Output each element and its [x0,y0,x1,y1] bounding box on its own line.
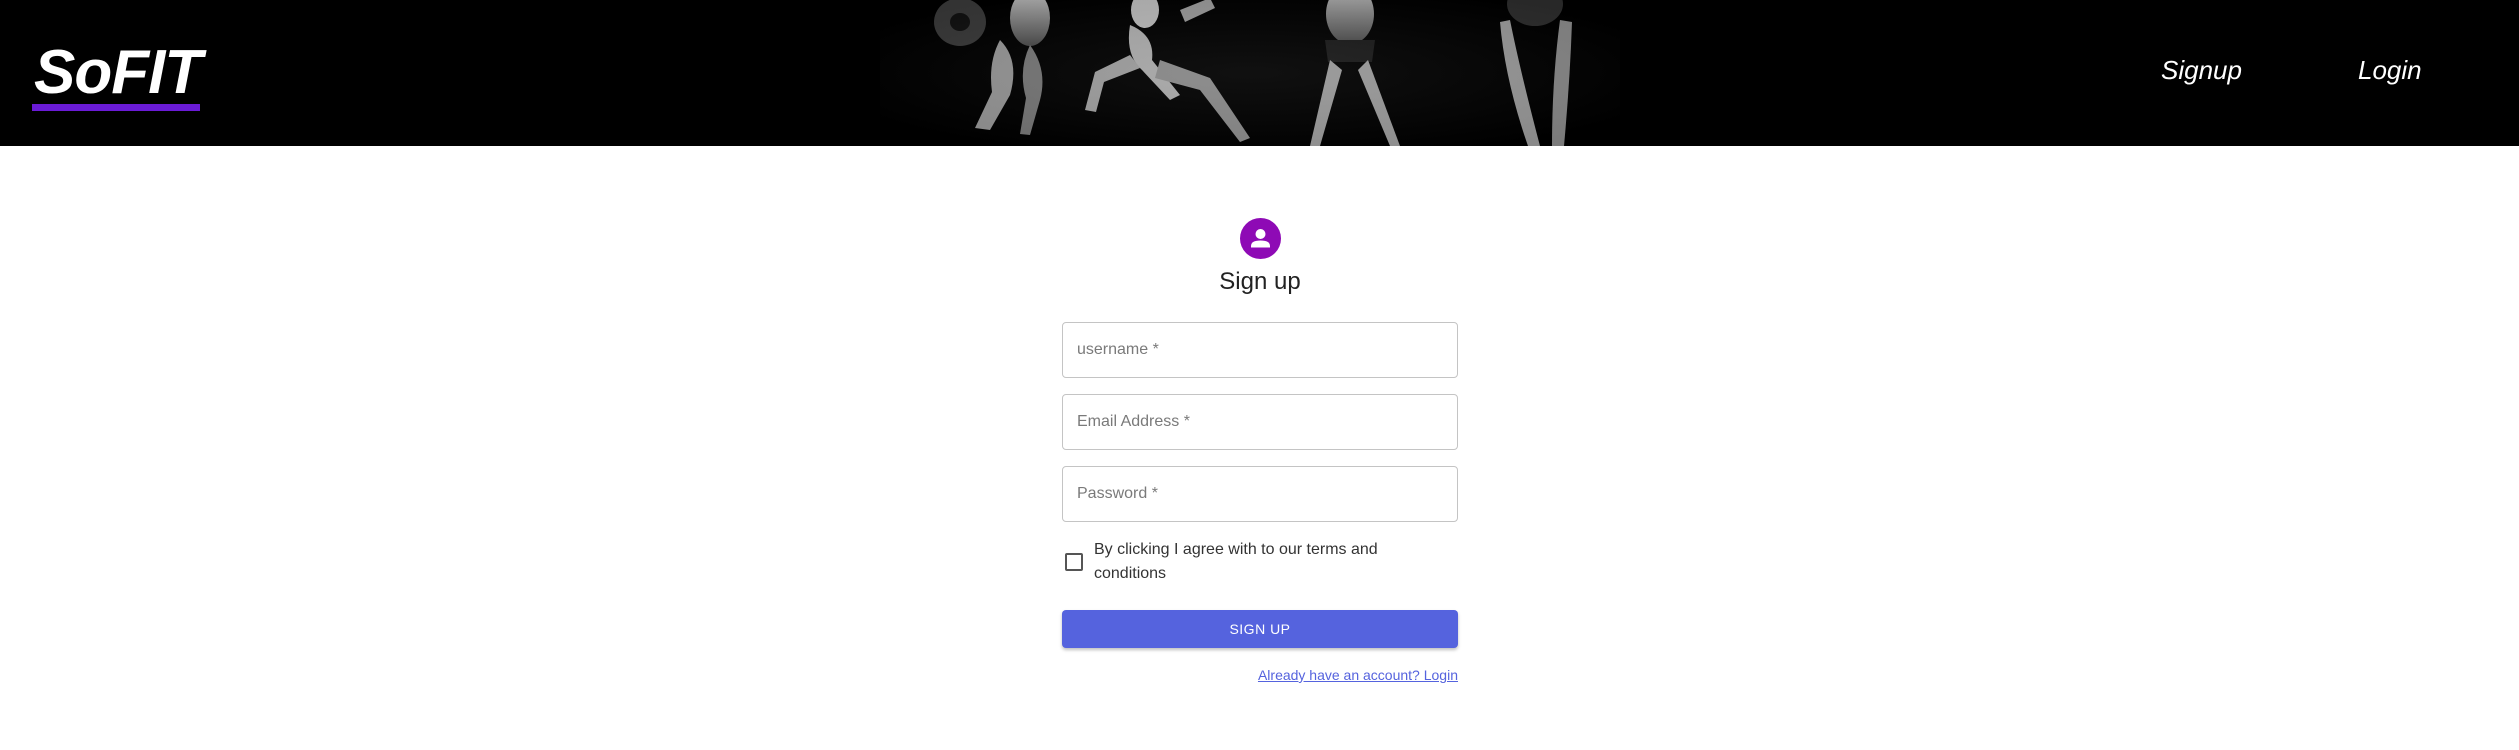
nav-signup-link[interactable]: Signup [2161,55,2242,85]
logo-underline [32,104,200,111]
signup-button[interactable]: SIGN UP [1062,610,1458,648]
terms-label: By clicking I agree with to our terms an… [1094,541,1378,582]
person-icon [1251,229,1270,248]
password-field[interactable] [1062,466,1458,522]
username-input[interactable] [1063,323,1457,377]
email-input[interactable] [1063,395,1457,449]
logo[interactable]: SoFIT [34,42,202,104]
form-title: Sign up [1219,268,1301,295]
email-field[interactable] [1062,394,1458,450]
hero-image [880,0,1620,146]
username-field[interactable] [1062,322,1458,378]
login-link[interactable]: Already have an account? Login [1162,666,1458,684]
nav-login-link[interactable]: Login [2358,55,2422,85]
terms-checkbox[interactable] [1065,553,1083,571]
avatar [1240,218,1281,259]
password-input[interactable] [1063,467,1457,521]
header-bar: SoFIT Signup Login [0,0,2519,146]
